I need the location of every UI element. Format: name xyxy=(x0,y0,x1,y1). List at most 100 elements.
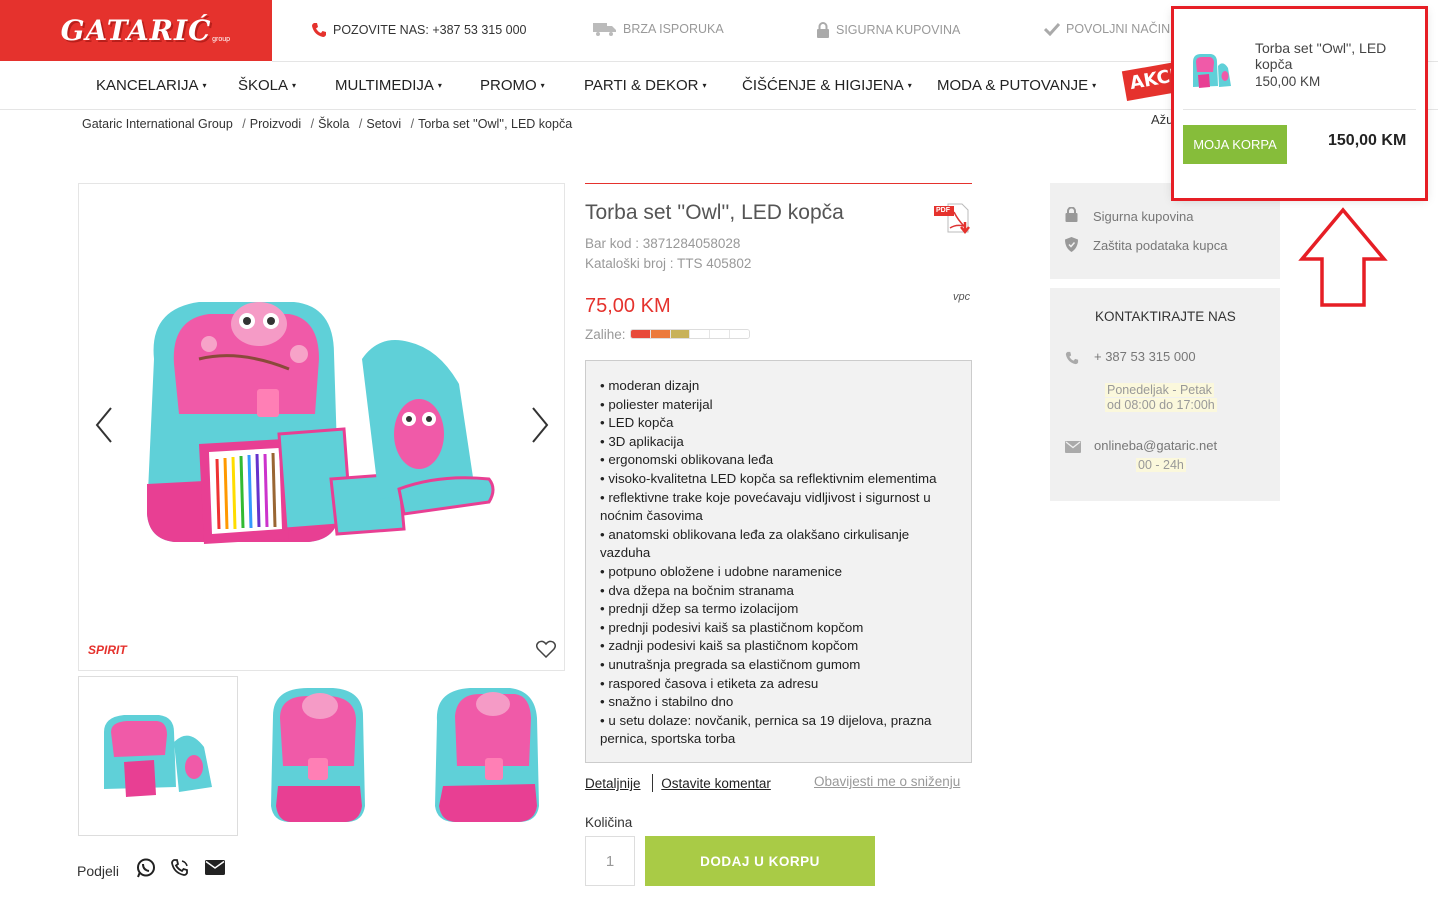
caret-down-icon: ▾ xyxy=(437,81,442,90)
breadcrumb-current: Torba set ''Owl'', LED kopča xyxy=(418,117,573,131)
stock-segment xyxy=(690,330,711,338)
thumbnail-image xyxy=(435,688,539,822)
viber-icon[interactable] xyxy=(170,858,190,878)
payment-info: POVOLJNI NAČINI xyxy=(1044,22,1174,36)
email-hours-line: 00 - 24h xyxy=(1136,457,1186,472)
caret-down-icon: ▾ xyxy=(202,81,207,90)
feature-item: • dva džepa na bočnim stranama xyxy=(600,582,794,598)
whatsapp-icon[interactable] xyxy=(136,858,156,878)
thumbnail-image xyxy=(271,688,365,822)
truck-icon xyxy=(593,23,616,36)
logo[interactable]: GATARIĆ group xyxy=(0,0,272,61)
product-links: Detaljnije Ostavite komentar xyxy=(585,774,771,792)
caret-down-icon: ▾ xyxy=(540,81,545,90)
add-to-cart-button[interactable]: DODAJ U KORPU xyxy=(645,836,875,886)
phone-text: POZOVITE NAS: +387 53 315 000 xyxy=(333,23,527,37)
hours-line-2: od 08:00 do 17:00h xyxy=(1105,397,1217,412)
stock-segment xyxy=(650,330,671,338)
privacy-text: Zaštita podataka kupca xyxy=(1093,238,1228,253)
feature-item: • reflektivne trake koje povećavaju vidl… xyxy=(600,489,931,524)
caret-down-icon: ▾ xyxy=(702,81,707,90)
caret-down-icon: ▾ xyxy=(292,81,297,90)
heart-icon[interactable] xyxy=(536,640,556,658)
check-icon xyxy=(1044,22,1060,36)
stock-segment xyxy=(710,330,731,338)
phone-icon xyxy=(1065,351,1079,365)
feature-item: • u setu dolaze: novčanik, pernica sa 19… xyxy=(600,712,932,747)
quantity-label: Količina xyxy=(585,815,633,830)
pdf-label: PDF xyxy=(936,207,950,214)
feature-item: • 3D aplikacija xyxy=(600,433,684,449)
caret-down-icon: ▾ xyxy=(907,81,912,90)
stock-bar xyxy=(630,329,750,339)
stock-label: Zalihe: xyxy=(585,327,626,342)
phone-info[interactable]: POZOVITE NAS: +387 53 315 000 xyxy=(311,22,527,38)
nav-item-skola[interactable]: ŠKOLA ▾ xyxy=(238,77,296,94)
thumbnail-backpack-front[interactable] xyxy=(238,676,398,836)
feature-item: • unutrašnja pregrada sa elastičnom gumo… xyxy=(600,656,861,672)
notify-discount-link[interactable]: Obavijesti me o sniženju xyxy=(814,774,960,789)
breadcrumb-item[interactable]: Setovi xyxy=(366,117,401,131)
product-main-image[interactable]: SPIRIT xyxy=(78,183,565,671)
email-hours: 00 - 24h xyxy=(1136,458,1186,472)
feature-item: • anatomski oblikovana leđa za olakšano … xyxy=(600,526,910,561)
feature-item: • potpuno obložene i udobne naramenice xyxy=(600,563,842,579)
quantity-input[interactable] xyxy=(585,836,635,886)
nav-item-parti-dekor[interactable]: PARTI & DEKOR ▾ xyxy=(584,77,707,94)
stock-segment xyxy=(631,330,651,338)
up-arrow-annotation xyxy=(1298,207,1388,307)
nav-item-moda-putovanje[interactable]: MODA & PUTOVANJE ▾ xyxy=(937,77,1096,94)
breadcrumb-item[interactable]: Škola xyxy=(318,117,349,131)
chevron-right-icon[interactable] xyxy=(529,406,551,444)
feature-item: • moderan dizajn xyxy=(600,378,700,393)
feature-item: • raspored časova i etiketa za adresu xyxy=(600,675,819,691)
email-icon[interactable] xyxy=(205,860,225,875)
comment-link[interactable]: Ostavite komentar xyxy=(661,776,771,791)
nav-item-ciscenje-higijena[interactable]: ČIŠĆENJE & HIGIJENA ▾ xyxy=(742,77,912,94)
title-divider xyxy=(585,183,972,184)
link-divider xyxy=(652,774,654,792)
caret-down-icon: ▾ xyxy=(1092,81,1097,90)
contact-title: KONTAKTIRAJTE NAS xyxy=(1095,309,1236,324)
stock-segment xyxy=(670,330,691,338)
thumbnail-image xyxy=(104,715,212,797)
catalog-number: Kataloški broj : TTS 405802 xyxy=(585,256,752,271)
pdf-download[interactable]: PDF xyxy=(934,202,974,236)
payment-text: POVOLJNI NAČINI xyxy=(1066,22,1174,36)
phone-icon xyxy=(312,23,326,37)
breadcrumb-item[interactable]: Proizvodi xyxy=(250,117,301,131)
breadcrumb: Gataric International Group / Proizvodi /… xyxy=(82,117,573,131)
delivery-text: BRZA ISPORUKA xyxy=(623,22,724,36)
nav-item-promo[interactable]: PROMO ▾ xyxy=(480,77,545,94)
contact-phone[interactable]: + 387 53 315 000 xyxy=(1094,349,1196,364)
feature-item: • visoko-kvalitetna LED kopča sa reflekt… xyxy=(600,470,937,486)
vpc-label: vpc xyxy=(953,291,971,303)
thumbnail-backpack-angle[interactable] xyxy=(405,676,565,836)
nav-item-multimedija[interactable]: MULTIMEDIJA ▾ xyxy=(335,77,442,94)
hours-time: od 08:00 do 17:00h xyxy=(1105,398,1217,412)
highlight-box xyxy=(1171,6,1428,201)
logo-subtext: group xyxy=(212,36,230,43)
secure-text: SIGURNA KUPOVINA xyxy=(836,23,961,37)
stock-segment xyxy=(730,330,749,338)
breadcrumb-item[interactable]: Gataric International Group xyxy=(82,117,233,131)
share-label: Podjeli xyxy=(77,863,120,879)
hours-line-1: Ponedeljak - Petak xyxy=(1105,382,1214,397)
product-image-illustration xyxy=(147,302,495,544)
feature-item: • LED kopča xyxy=(600,415,674,431)
secure-shopping-text: Sigurna kupovina xyxy=(1093,209,1194,224)
barcode: Bar kod : 3871284058028 xyxy=(585,236,741,251)
details-link[interactable]: Detaljnije xyxy=(585,776,641,791)
secure-info: SIGURNA KUPOVINA xyxy=(816,22,960,38)
delivery-info: BRZA ISPORUKA xyxy=(593,22,724,36)
thumbnail-set[interactable] xyxy=(78,676,238,836)
feature-list: • moderan dizajn • poliester materijal •… xyxy=(585,360,972,763)
feature-item: • poliester materijal xyxy=(600,396,713,412)
feature-item: • prednji džep sa termo izolacijom xyxy=(600,601,799,617)
contact-email[interactable]: onlineba@gataric.net xyxy=(1094,438,1217,453)
nav-item-kancelarija[interactable]: KANCELARIJA ▾ xyxy=(96,77,207,94)
product-title: Torba set ''Owl'', LED kopča xyxy=(585,201,844,224)
chevron-left-icon[interactable] xyxy=(93,406,115,444)
feature-item: • snažno i stabilno dno xyxy=(600,694,734,710)
feature-item: • zadnji podesivi kaiš sa plastičnom kop… xyxy=(600,638,859,654)
